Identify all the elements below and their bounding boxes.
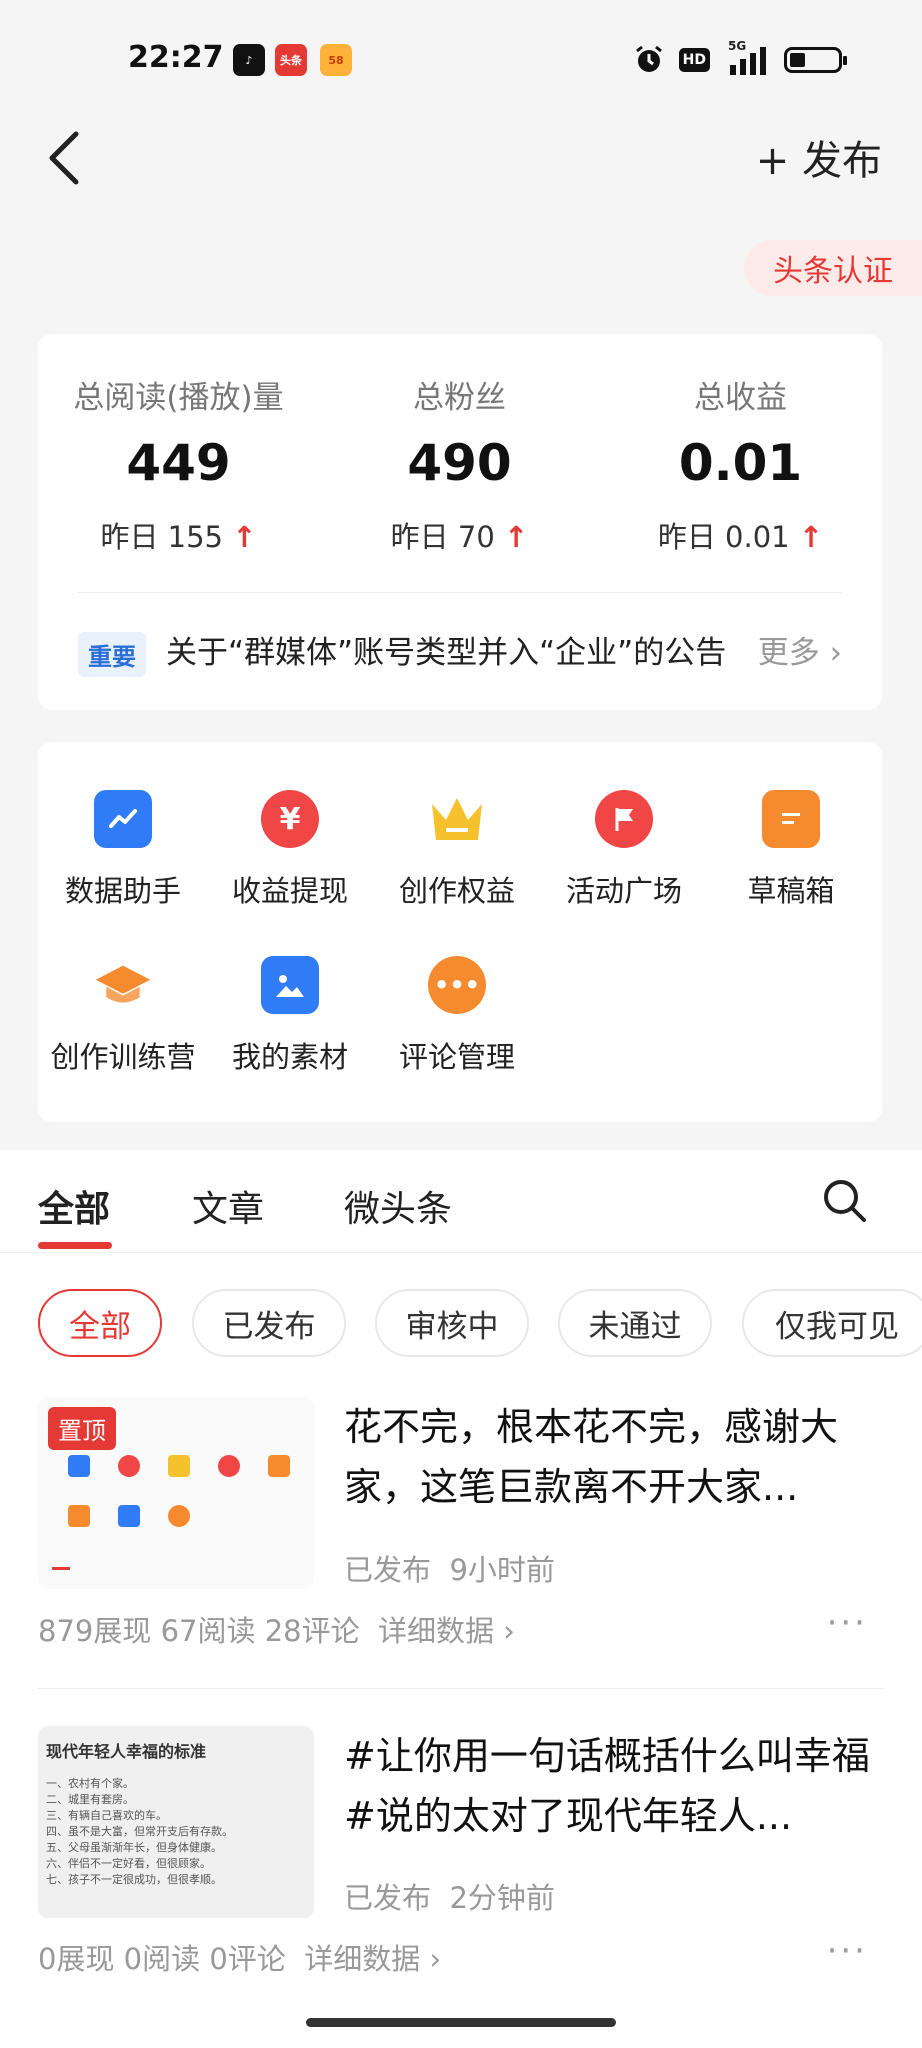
thumbnail-line: 五、父母虽渐渐年长，但身体健康。 bbox=[46, 1841, 222, 1854]
stat-value: 449 bbox=[126, 434, 231, 492]
detail-data-link[interactable]: 详细数据 › bbox=[304, 1942, 441, 1976]
stat-label: 总粉丝 bbox=[413, 380, 506, 416]
post-stats: 0展现 0阅读 0评论 详细数据 › bbox=[38, 1942, 442, 1976]
image-icon bbox=[261, 956, 319, 1014]
tool-label: 数据助手 bbox=[64, 874, 181, 908]
stat-delta: 昨日 0.01 ↑ bbox=[657, 520, 824, 554]
tools-card: 数据助手 ¥ 收益提现 创作权益 活动广场 草稿箱 创作训练营 我的素材 ••• bbox=[38, 742, 882, 1122]
graduation-cap-icon bbox=[94, 956, 152, 1014]
alarm-icon bbox=[635, 45, 662, 72]
filter-all[interactable]: 全部 bbox=[38, 1289, 162, 1357]
tool-creator-camp[interactable]: 创作训练营 bbox=[38, 956, 208, 1076]
thumbnail-line: 一、农村有个家。 bbox=[46, 1777, 134, 1790]
more-options-icon[interactable]: ··· bbox=[827, 1603, 868, 1643]
divider bbox=[78, 592, 842, 593]
pinned-badge: 置顶 bbox=[48, 1407, 116, 1450]
content-tabbar: 全部 文章 微头条 bbox=[0, 1150, 922, 1253]
thumbnail-line: 六、伴侣不一定好看，但很顾家。 bbox=[46, 1857, 211, 1870]
detail-data-link[interactable]: 详细数据 › bbox=[378, 1614, 515, 1648]
tab-all[interactable]: 全部 bbox=[38, 1180, 110, 1232]
tool-label: 活动广场 bbox=[565, 874, 682, 908]
thumbnail-line: 七、孩子不一定很成功，但很孝顺。 bbox=[46, 1873, 222, 1886]
post-stats: 879展现 67阅读 28评论 详细数据 › bbox=[38, 1614, 515, 1648]
home-indicator[interactable] bbox=[306, 2018, 616, 2027]
tool-comment-management[interactable]: ••• 评论管理 bbox=[372, 956, 542, 1076]
arrow-up-icon: ↑ bbox=[798, 520, 824, 554]
filter-published[interactable]: 已发布 bbox=[192, 1289, 346, 1357]
publish-button[interactable]: + 发布 bbox=[756, 128, 882, 186]
tool-label: 评论管理 bbox=[398, 1040, 515, 1074]
post-status: 已发布 9小时前 bbox=[344, 1553, 555, 1587]
tool-label: 创作权益 bbox=[398, 874, 515, 908]
back-button[interactable] bbox=[40, 128, 90, 188]
tool-my-materials[interactable]: 我的素材 bbox=[205, 956, 375, 1076]
thumbnail-line: 三、有辆自己喜欢的车。 bbox=[46, 1809, 167, 1822]
crown-icon bbox=[428, 790, 486, 848]
thumbnail-line: 四、虽不是大富，但常开支后有存款。 bbox=[46, 1825, 233, 1838]
status-bar: 22:27 ♪ 头条 58 HD 5G bbox=[0, 0, 922, 110]
content-list: 全部 已发布 审核中 未通过 仅我可见 置顶 花不完，根本花不完，感谢大家，这笔… bbox=[0, 1253, 922, 2048]
stat-label: 总收益 bbox=[694, 380, 787, 416]
tool-data-assistant[interactable]: 数据助手 bbox=[38, 790, 208, 910]
thumbnail-line: 二、城里有套房。 bbox=[46, 1793, 134, 1806]
status-time: 22:27 bbox=[128, 40, 224, 75]
stat-value: 490 bbox=[407, 434, 512, 492]
post-thumbnail[interactable]: 置顶 bbox=[38, 1397, 314, 1589]
chevron-left-icon bbox=[49, 131, 79, 185]
tool-activity-plaza[interactable]: 活动广场 bbox=[539, 790, 709, 910]
draft-icon bbox=[762, 790, 820, 848]
post-thumbnail[interactable]: 现代年轻人幸福的标准 一、农村有个家。 二、城里有套房。 三、有辆自己喜欢的车。… bbox=[38, 1726, 314, 1918]
search-icon[interactable] bbox=[820, 1176, 868, 1224]
notice-tag: 重要 bbox=[78, 632, 146, 677]
stat-delta: 昨日 155 ↑ bbox=[100, 520, 257, 554]
tab-underline bbox=[38, 1242, 112, 1249]
thumbnail-title: 现代年轻人幸福的标准 bbox=[46, 1742, 207, 1761]
yuan-icon: ¥ bbox=[261, 790, 319, 848]
hd-icon: HD bbox=[678, 48, 710, 72]
post-title[interactable]: #让你用一句话概括什么叫幸福#说的太对了现代年轻人... bbox=[344, 1726, 884, 1846]
toutiao-certification-button[interactable]: 头条认证 bbox=[744, 240, 922, 296]
arrow-up-icon: ↑ bbox=[232, 520, 257, 554]
status-icons: HD 5G bbox=[633, 39, 847, 76]
post-status: 已发布 2分钟前 bbox=[344, 1881, 555, 1915]
tool-drafts[interactable]: 草稿箱 bbox=[706, 790, 876, 910]
58-icon: 58 bbox=[320, 44, 352, 76]
stat-label: 总阅读(播放)量 bbox=[73, 380, 284, 416]
comment-icon: ••• bbox=[428, 956, 486, 1014]
battery-icon bbox=[784, 47, 847, 73]
flag-icon bbox=[595, 790, 653, 848]
post-title[interactable]: 花不完，根本花不完，感谢大家，这笔巨款离不开大家... bbox=[344, 1397, 884, 1517]
more-options-icon[interactable]: ··· bbox=[827, 1931, 868, 1971]
notice-text[interactable]: 关于“群媒体”账号类型并入“企业”的公告 bbox=[166, 627, 726, 672]
toutiao-icon: 头条 bbox=[275, 44, 307, 76]
stat-value: 0.01 bbox=[678, 434, 803, 492]
divider bbox=[38, 1688, 884, 1689]
tab-articles[interactable]: 文章 bbox=[192, 1180, 264, 1232]
stat-delta: 昨日 70 ↑ bbox=[390, 520, 529, 554]
tool-label: 创作训练营 bbox=[50, 1040, 196, 1074]
filter-private[interactable]: 仅我可见 bbox=[742, 1289, 922, 1357]
tiktok-icon: ♪ bbox=[233, 44, 265, 76]
tool-earnings-withdraw[interactable]: ¥ 收益提现 bbox=[205, 790, 375, 910]
signal-icon: 5G bbox=[724, 39, 770, 75]
tool-creator-benefits[interactable]: 创作权益 bbox=[372, 790, 542, 910]
filter-rejected[interactable]: 未通过 bbox=[558, 1289, 712, 1357]
stats-card: 总阅读(播放)量 449 昨日 155 ↑ 总粉丝 490 昨日 70 ↑ 总收… bbox=[38, 334, 882, 710]
notice-more-link[interactable]: 更多 › bbox=[758, 627, 842, 672]
chart-icon bbox=[94, 790, 152, 848]
tool-label: 我的素材 bbox=[231, 1040, 348, 1074]
tab-micro-toutiao[interactable]: 微头条 bbox=[344, 1180, 452, 1232]
tool-label: 收益提现 bbox=[231, 874, 348, 908]
filter-reviewing[interactable]: 审核中 bbox=[375, 1289, 529, 1357]
arrow-up-icon: ↑ bbox=[504, 520, 529, 554]
tool-label: 草稿箱 bbox=[747, 874, 835, 908]
